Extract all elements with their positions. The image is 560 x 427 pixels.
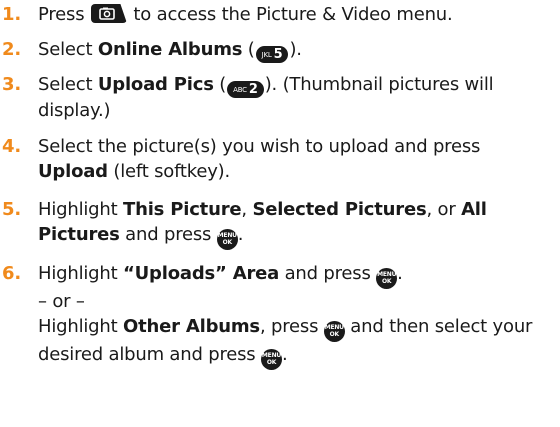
or-separator: – or –: [38, 291, 85, 312]
menu-ok-key-icon: MENU OK: [261, 349, 282, 370]
step-number: 3.: [2, 74, 21, 95]
menu-option: This Picture: [123, 199, 242, 220]
menu-option: “Uploads” Area: [123, 263, 280, 284]
softkey-label: Upload: [38, 161, 108, 182]
menu-ok-key-icon: MENU OK: [323, 321, 345, 342]
step-6: 6. Highlight “Uploads” Area and press ME…: [0, 261, 554, 370]
menu-ok-key-icon: MENU OK: [376, 268, 398, 289]
camera-key-icon: [90, 4, 127, 23]
step-number: 6.: [2, 263, 21, 284]
menu-option: Selected Pictures: [252, 199, 427, 220]
instruction-list: 1. Press to access the Picture & Video m…: [0, 0, 560, 427]
step-1: 1. Press to access the Picture & Video m…: [2, 4, 453, 25]
step-number: 5.: [2, 199, 21, 220]
jkl5-key-icon: JKL 5: [255, 46, 289, 63]
step-3: 3. Select Upload Pics (ABC 2). (Thumbnail…: [2, 74, 494, 121]
step-4: 4. Select the picture(s) you wish to upl…: [2, 136, 481, 182]
step-2: 2. Select Online Albums (JKL 5).: [2, 39, 302, 63]
menu-option: Upload Pics: [97, 74, 214, 95]
step-number: 4.: [2, 136, 21, 157]
step-5: 5. Highlight This Picture, Selected Pict…: [0, 197, 554, 250]
abc2-key-icon: ABC 2: [227, 81, 264, 98]
step-number: 1.: [2, 4, 21, 25]
menu-option: Online Albums: [97, 39, 243, 60]
menu-ok-key-icon: MENU OK: [216, 229, 238, 250]
step-number: 2.: [2, 39, 21, 60]
menu-option: Other Albums: [123, 316, 260, 337]
